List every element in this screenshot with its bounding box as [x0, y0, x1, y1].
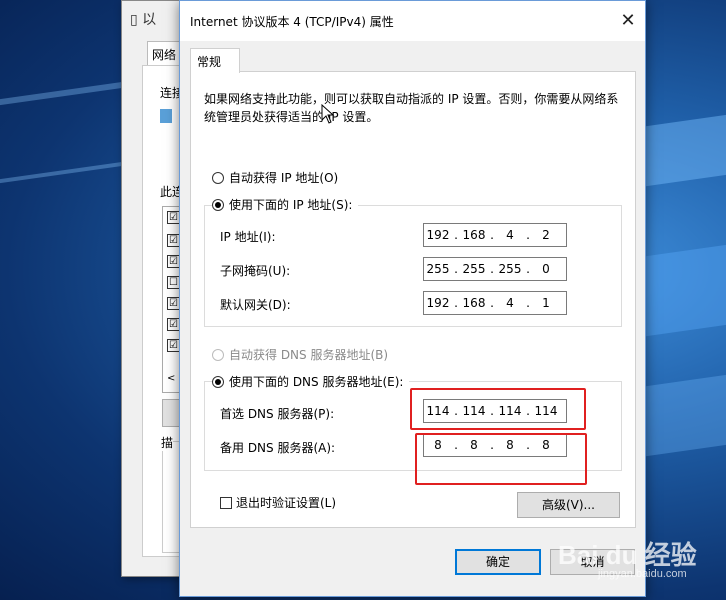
preferred-dns-highlight — [410, 388, 586, 430]
tab-general-label: 常规 — [197, 55, 222, 69]
alternate-dns-label: 备用 DNS 服务器(A): — [220, 441, 336, 455]
back-label-desc: 描 — [161, 434, 174, 451]
radio-circle-checked[interactable] — [212, 198, 224, 211]
desktop-streak — [0, 80, 130, 106]
gateway-field[interactable]: 192. 168. 4. 1 — [423, 291, 567, 315]
dialog-title: Internet 协议版本 4 (TCP/IPv4) 属性 — [190, 15, 394, 29]
description-text: 如果网络支持此功能，则可以获取自动指派的 IP 设置。否则，你需要从网络系统管理… — [204, 92, 619, 124]
tcpip-properties-dialog: Internet 协议版本 4 (TCP/IPv4) 属性 ✕ 常规 如果网络支… — [179, 0, 646, 597]
subnet-mask-field[interactable]: 255. 255. 255. 0 — [423, 257, 567, 281]
desktop-streak — [645, 373, 726, 457]
radio-circle-checked[interactable] — [212, 375, 224, 388]
baidu-logo: Bai du 经验 — [558, 540, 697, 570]
title-bar: Internet 协议版本 4 (TCP/IPv4) 属性 ✕ — [180, 1, 645, 41]
desktop-streak — [0, 160, 130, 184]
ip-address-field[interactable]: 192. 168. 4. 2 — [423, 223, 567, 247]
subnet-mask-label: 子网掩码(U): — [220, 264, 291, 278]
alternate-dns-highlight — [415, 433, 587, 485]
back-window-title: ▯ 以 — [130, 12, 157, 28]
ip-auto-radio[interactable]: 自动获得 IP 地址(O) — [212, 169, 338, 186]
general-panel: 如果网络支持此功能，则可以获取自动指派的 IP 设置。否则，你需要从网络系统管理… — [190, 71, 636, 528]
gateway-label: 默认网关(D): — [220, 298, 291, 312]
dns-manual-radio[interactable]: 使用下面的 DNS 服务器地址(E): — [212, 373, 410, 390]
mouse-cursor-icon — [321, 104, 335, 124]
baidu-watermark: Bai du 经验 jingyan.baidu.com — [558, 535, 697, 580]
desktop-streak — [645, 113, 726, 187]
close-icon[interactable]: ✕ — [617, 10, 639, 32]
validate-on-exit-checkbox[interactable]: 退出时验证设置(L) — [220, 494, 336, 511]
adapter-icon — [160, 109, 172, 123]
network-icon: ▯ — [130, 12, 138, 28]
checkbox-box[interactable] — [220, 496, 232, 509]
advanced-button[interactable]: 高级(V)... — [517, 492, 620, 518]
ip-manual-radio[interactable]: 使用下面的 IP 地址(S): — [212, 196, 359, 213]
radio-circle[interactable] — [212, 171, 224, 184]
ip-address-label: IP 地址(I): — [220, 230, 276, 244]
radio-circle[interactable] — [212, 348, 224, 361]
ok-button[interactable]: 确定 — [455, 549, 541, 575]
desktop-streak — [645, 243, 726, 337]
preferred-dns-label: 首选 DNS 服务器(P): — [220, 407, 335, 421]
scroll-left-icon[interactable]: < — [167, 373, 175, 384]
watermark-url: jingyan.baidu.com — [598, 568, 687, 580]
dns-auto-radio[interactable]: 自动获得 DNS 服务器地址(B) — [212, 346, 388, 363]
tab-general[interactable]: 常规 — [190, 48, 240, 73]
